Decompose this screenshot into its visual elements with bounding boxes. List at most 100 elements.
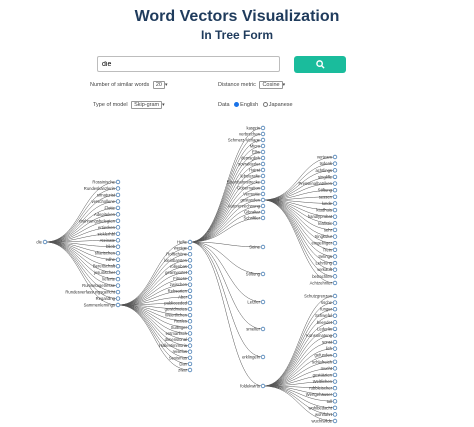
word-node[interactable] [332, 313, 338, 318]
word-node[interactable] [332, 234, 338, 239]
word-node[interactable] [332, 412, 338, 417]
word-node[interactable] [187, 355, 193, 361]
word-node[interactable] [115, 212, 121, 217]
word-node[interactable] [332, 247, 338, 253]
word-node[interactable] [260, 326, 266, 332]
word-node[interactable] [260, 203, 266, 209]
word-node[interactable] [332, 274, 338, 279]
word-node[interactable] [332, 227, 338, 233]
word-node[interactable] [260, 185, 266, 191]
word-node[interactable] [260, 197, 266, 203]
word-node[interactable] [260, 271, 266, 277]
word-node[interactable] [332, 372, 338, 378]
word-node[interactable] [187, 264, 193, 269]
word-node[interactable] [332, 267, 338, 272]
word-node[interactable] [332, 168, 338, 173]
word-node[interactable] [187, 258, 193, 263]
word-node[interactable] [260, 191, 266, 197]
word-node[interactable] [260, 131, 266, 137]
word-node[interactable] [115, 283, 121, 288]
word-node[interactable] [115, 276, 121, 282]
word-node[interactable] [260, 173, 266, 179]
word-node[interactable] [332, 320, 338, 325]
word-node[interactable] [187, 312, 193, 318]
word-node[interactable] [187, 319, 193, 324]
word-node[interactable] [260, 155, 266, 161]
word-node[interactable] [115, 238, 121, 243]
word-node[interactable] [332, 399, 338, 404]
word-node[interactable] [115, 218, 121, 224]
word-node[interactable] [115, 302, 121, 308]
word-node[interactable] [332, 201, 338, 206]
word-node[interactable] [332, 326, 338, 332]
word-node[interactable] [260, 161, 266, 167]
word-node[interactable] [260, 244, 266, 250]
word-node[interactable] [115, 251, 121, 256]
word-node[interactable] [332, 392, 338, 397]
word-node[interactable] [332, 241, 338, 246]
word-node[interactable] [115, 205, 121, 211]
word-node[interactable] [115, 186, 121, 191]
word-node[interactable] [115, 296, 121, 301]
word-node[interactable] [332, 260, 338, 266]
word-node[interactable] [260, 209, 266, 215]
word-node[interactable] [260, 149, 266, 155]
word-node[interactable] [332, 359, 338, 364]
word-node[interactable] [332, 161, 338, 166]
word-node[interactable] [187, 331, 193, 336]
word-node[interactable] [332, 339, 338, 345]
word-node[interactable] [332, 154, 338, 160]
word-node[interactable] [260, 354, 266, 360]
word-node[interactable] [332, 405, 338, 411]
word-node[interactable] [260, 143, 266, 149]
word-node[interactable] [332, 207, 338, 213]
word-node[interactable] [187, 306, 193, 312]
word-node[interactable] [332, 379, 338, 384]
word-node[interactable] [187, 300, 193, 306]
word-node[interactable] [187, 337, 193, 342]
word-node[interactable] [332, 300, 338, 305]
word-node[interactable] [187, 294, 193, 300]
word-node[interactable] [332, 194, 338, 199]
root-word-node[interactable] [42, 239, 48, 245]
word-node[interactable] [187, 251, 193, 257]
word-node[interactable] [115, 289, 121, 295]
word-node[interactable] [332, 280, 338, 286]
word-node[interactable] [187, 343, 193, 348]
word-node[interactable] [332, 181, 338, 186]
word-node[interactable] [187, 270, 193, 275]
word-node[interactable] [115, 192, 121, 198]
word-node[interactable] [115, 263, 121, 269]
word-node[interactable] [115, 270, 121, 275]
word-node[interactable] [332, 366, 338, 371]
word-node[interactable] [187, 361, 193, 367]
word-node[interactable] [332, 214, 338, 219]
word-node[interactable] [260, 137, 266, 143]
word-node[interactable] [187, 245, 193, 251]
word-node[interactable] [187, 367, 193, 373]
word-node[interactable] [332, 293, 338, 299]
word-node[interactable] [187, 325, 193, 330]
word-node[interactable] [332, 254, 338, 259]
word-node[interactable] [115, 257, 121, 262]
word-node[interactable] [332, 333, 338, 338]
word-node[interactable] [332, 187, 338, 193]
word-node[interactable] [115, 231, 121, 236]
word-node[interactable] [187, 239, 193, 245]
word-node[interactable] [332, 346, 338, 351]
word-node[interactable] [260, 383, 266, 389]
word-node[interactable] [187, 282, 193, 287]
word-node[interactable] [260, 215, 266, 221]
word-node[interactable] [332, 174, 338, 180]
word-node[interactable] [260, 125, 266, 131]
word-node[interactable] [260, 299, 266, 305]
word-node[interactable] [332, 306, 338, 312]
word-node[interactable] [260, 179, 266, 185]
word-node[interactable] [332, 418, 338, 424]
word-node[interactable] [187, 288, 193, 293]
word-node[interactable] [115, 199, 121, 204]
word-node[interactable] [332, 353, 338, 358]
word-node[interactable] [115, 179, 121, 185]
word-node[interactable] [115, 244, 121, 249]
word-node[interactable] [260, 167, 266, 173]
